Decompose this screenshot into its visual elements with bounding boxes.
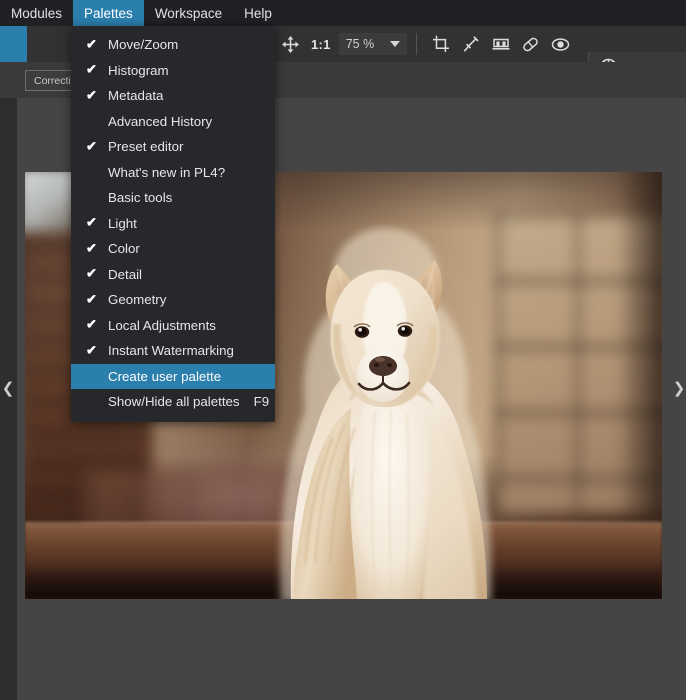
zoom-level-value: 75 % <box>346 37 375 51</box>
chevron-right-icon[interactable]: ❯ <box>672 378 686 398</box>
menu-item-label: Local Adjustments <box>108 318 216 333</box>
menu-item-label: Instant Watermarking <box>108 343 234 358</box>
toolbar-divider <box>416 33 417 55</box>
palettes-dropdown-menu: ✔ Move/Zoom ✔ Histogram ✔ Metadata Advan… <box>71 26 275 422</box>
menu-item-label: Light <box>108 216 137 231</box>
zoom-level-dropdown[interactable]: 75 % <box>339 33 407 55</box>
menu-item-create-user-palette[interactable]: Create user palette <box>71 364 275 390</box>
menu-item-label: What's new in PL4? <box>108 165 225 180</box>
application-window: Modules Palettes Workspace Help <box>0 0 686 700</box>
menu-item-local-adjustments[interactable]: ✔ Local Adjustments <box>71 313 275 339</box>
check-icon: ✔ <box>86 62 97 78</box>
move-tool-icon[interactable] <box>275 26 305 62</box>
check-icon: ✔ <box>86 215 97 231</box>
menu-item-label: Metadata <box>108 88 163 103</box>
menubar-item-help[interactable]: Help <box>233 0 283 26</box>
check-icon: ✔ <box>86 317 97 333</box>
menu-item-label: Geometry <box>108 292 166 307</box>
photo-wall-shadow <box>625 172 662 522</box>
check-icon: ✔ <box>86 138 97 154</box>
check-icon: ✔ <box>86 291 97 307</box>
menu-item-shortcut: F9 <box>240 394 270 409</box>
active-module-tab[interactable] <box>0 26 27 62</box>
chevron-left-icon[interactable]: ❮ <box>1 378 15 398</box>
menu-item-preset-editor[interactable]: ✔ Preset editor <box>71 134 275 160</box>
menu-item-detail[interactable]: ✔ Detail <box>71 262 275 288</box>
menu-item-move-zoom[interactable]: ✔ Move/Zoom <box>71 32 275 58</box>
menu-item-label: Histogram <box>108 63 169 78</box>
menubar-item-palettes[interactable]: Palettes <box>73 0 144 26</box>
menu-item-color[interactable]: ✔ Color <box>71 236 275 262</box>
left-rail <box>0 98 17 700</box>
menu-item-whats-new[interactable]: What's new in PL4? <box>71 160 275 186</box>
menu-item-histogram[interactable]: ✔ Histogram <box>71 58 275 84</box>
check-icon: ✔ <box>86 266 97 282</box>
chevron-down-icon <box>390 41 400 47</box>
preview-eye-icon[interactable] <box>546 26 576 62</box>
menu-item-advanced-history[interactable]: Advanced History <box>71 109 275 135</box>
menu-item-label: Detail <box>108 267 142 282</box>
menu-item-instant-watermarking[interactable]: ✔ Instant Watermarking <box>71 338 275 364</box>
photo-dog-subject <box>255 212 515 599</box>
menu-item-label: Show/Hide all palettes <box>108 394 240 409</box>
compare-icon[interactable] <box>486 26 516 62</box>
check-icon: ✔ <box>86 342 97 358</box>
crop-icon[interactable] <box>426 26 456 62</box>
menubar-item-modules[interactable]: Modules <box>0 0 73 26</box>
toolbar-controls: 1:1 75 % <box>275 26 576 62</box>
check-icon: ✔ <box>86 36 97 52</box>
menu-item-label: Move/Zoom <box>108 37 178 52</box>
menu-bar: Modules Palettes Workspace Help <box>0 0 686 26</box>
menu-item-label: Create user palette <box>108 369 221 384</box>
toolbar-left-slot <box>27 26 72 62</box>
menu-item-show-hide-all-palettes[interactable]: Show/Hide all palettes F9 <box>71 389 275 415</box>
check-icon: ✔ <box>86 87 97 103</box>
menu-item-geometry[interactable]: ✔ Geometry <box>71 287 275 313</box>
menubar-item-workspace[interactable]: Workspace <box>144 0 233 26</box>
menu-item-metadata[interactable]: ✔ Metadata <box>71 83 275 109</box>
menu-item-label: Preset editor <box>108 139 183 154</box>
check-icon: ✔ <box>86 240 97 256</box>
menu-item-basic-tools[interactable]: Basic tools <box>71 185 275 211</box>
repair-patch-icon[interactable] <box>516 26 546 62</box>
menu-item-label: Basic tools <box>108 190 172 205</box>
eyedropper-icon[interactable] <box>456 26 486 62</box>
menu-item-label: Color <box>108 241 140 256</box>
menu-item-light[interactable]: ✔ Light <box>71 211 275 237</box>
zoom-ratio-label[interactable]: 1:1 <box>305 37 337 52</box>
menu-item-label: Advanced History <box>108 114 212 129</box>
